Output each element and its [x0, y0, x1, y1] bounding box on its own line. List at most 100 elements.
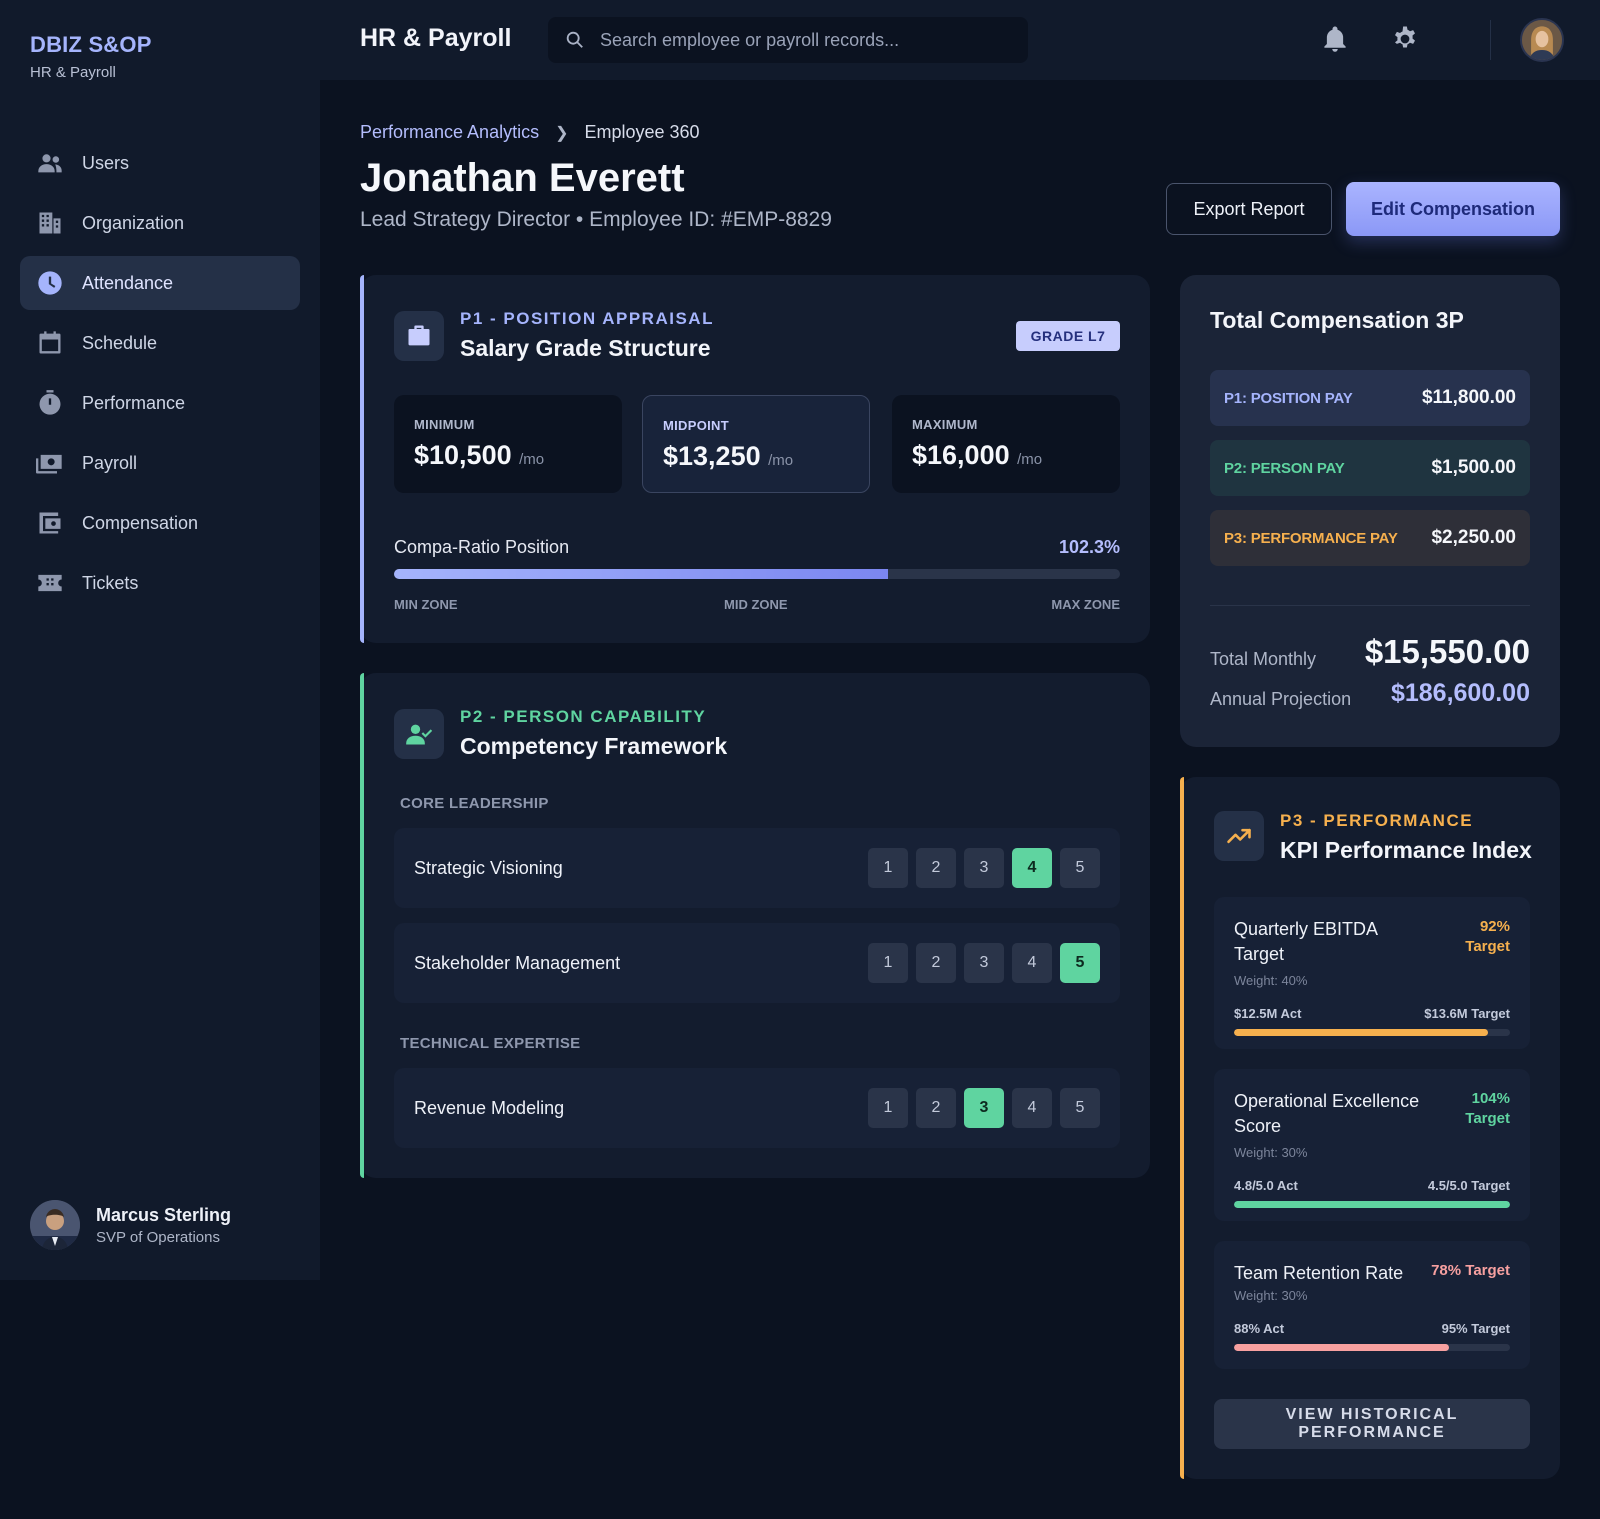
skill-name: Stakeholder Management — [414, 952, 621, 973]
sidebar-item-performance[interactable]: Performance — [20, 376, 300, 430]
zone-label-max: MAX ZONE — [1051, 597, 1120, 612]
building-icon — [36, 209, 64, 237]
grade-badge: GRADE L7 — [1016, 321, 1120, 351]
level-button[interactable]: 5 — [1060, 848, 1100, 888]
comp-row-label: P1: POSITION PAY — [1224, 389, 1353, 407]
breadcrumb-current: Employee 360 — [584, 122, 700, 142]
sidebar-item-payroll[interactable]: Payroll — [20, 436, 300, 490]
breadcrumb-link[interactable]: Performance Analytics — [360, 122, 539, 143]
kpi-percent: 92% Target — [1465, 918, 1510, 955]
view-historical-performance-button[interactable]: VIEW HISTORICAL PERFORMANCE — [1214, 1399, 1530, 1449]
card-kicker: P3 - PERFORMANCE — [1280, 811, 1474, 830]
sidebar-item-compensation[interactable]: Compensation — [20, 496, 300, 550]
notifications-button[interactable] — [1320, 24, 1352, 56]
level-button[interactable]: 4 — [1012, 943, 1052, 983]
card-kicker: P2 - PERSON CAPABILITY — [460, 707, 707, 726]
settings-button[interactable] — [1390, 24, 1422, 56]
level-button[interactable]: 5 — [1060, 943, 1100, 983]
cash-icon — [36, 449, 64, 477]
sidebar-item-label: Tickets — [82, 572, 139, 593]
kpi-item: Operational Excellence Score 104% Target… — [1214, 1069, 1530, 1221]
stat-value: $10,500 /mo — [414, 440, 545, 470]
export-report-button[interactable]: Export Report — [1166, 183, 1332, 235]
brand-name: DBIZ S&OP — [30, 32, 152, 57]
section-label: TECHNICAL EXPERTISE — [400, 1035, 581, 1052]
compa-ratio-fill — [394, 569, 888, 579]
topbar: HR & Payroll — [320, 0, 1600, 80]
level-button[interactable]: 5 — [1060, 1088, 1100, 1128]
edit-compensation-button[interactable]: Edit Compensation — [1346, 182, 1560, 236]
kpi-progress-fill — [1234, 1344, 1450, 1351]
level-button[interactable]: 2 — [916, 943, 956, 983]
level-button[interactable]: 4 — [1012, 1088, 1052, 1128]
stat-label: MAXIMUM — [912, 417, 978, 432]
divider — [1490, 20, 1491, 60]
zone-label-min: MIN ZONE — [394, 597, 458, 612]
level-selector: 1 2 3 4 5 — [868, 1088, 1100, 1128]
compa-ratio-value: 102.3% — [1058, 537, 1120, 557]
kpi-weight: Weight: 40% — [1234, 973, 1308, 988]
level-button[interactable]: 3 — [964, 848, 1004, 888]
sidebar-nav: Users Organization Attendance Schedule P… — [20, 136, 300, 616]
kpi-performance-card: P3 - PERFORMANCE KPI Performance Index Q… — [1180, 777, 1560, 1479]
comp-row-label: P3: PERFORMANCE PAY — [1224, 529, 1398, 547]
comp-row-value: $1,500.00 — [1431, 457, 1516, 478]
card-title: Salary Grade Structure — [460, 335, 711, 361]
sidebar-item-label: Payroll — [82, 452, 138, 473]
kpi-progress-fill — [1234, 1201, 1510, 1208]
card-title: Total Compensation 3P — [1210, 307, 1464, 333]
stat-value: $13,250 /mo — [663, 441, 794, 471]
compa-ratio-label: Compa-Ratio Position — [394, 537, 570, 557]
sidebar-item-attendance[interactable]: Attendance — [20, 256, 300, 310]
level-button[interactable]: 3 — [964, 1088, 1004, 1128]
annual-projection-label: Annual Projection — [1210, 689, 1352, 709]
skill-name: Revenue Modeling — [414, 1097, 565, 1118]
ticket-icon — [36, 569, 64, 597]
comp-row-position-pay: P1: POSITION PAY $11,800.00 — [1210, 370, 1530, 426]
level-button[interactable]: 4 — [1012, 848, 1052, 888]
level-button[interactable]: 1 — [868, 943, 908, 983]
kpi-target: $13.6M Target — [1424, 1006, 1510, 1021]
chevron-right-icon: ❯ — [555, 124, 569, 142]
profile-avatar[interactable] — [1520, 18, 1564, 62]
sidebar: DBIZ S&OP HR & Payroll Users Organizatio… — [0, 0, 320, 1280]
sidebar-item-users[interactable]: Users — [20, 136, 300, 190]
search-bar[interactable] — [548, 17, 1028, 63]
comp-row-person-pay: P2: PERSON PAY $1,500.00 — [1210, 440, 1530, 496]
comp-row-value: $11,800.00 — [1421, 387, 1516, 408]
sidebar-item-label: Organization — [82, 212, 185, 233]
level-button[interactable]: 2 — [916, 1088, 956, 1128]
users-icon — [36, 149, 64, 177]
briefcase-icon — [394, 311, 444, 361]
kpi-actual: 4.8/5.0 Act — [1234, 1178, 1298, 1193]
level-button[interactable]: 1 — [868, 1088, 908, 1128]
level-button[interactable]: 1 — [868, 848, 908, 888]
skill-row: Revenue Modeling 1 2 3 4 5 — [394, 1068, 1120, 1148]
sidebar-item-schedule[interactable]: Schedule — [20, 316, 300, 370]
user-check-icon — [394, 709, 444, 759]
kpi-percent: 78% Target — [1431, 1262, 1510, 1279]
total-monthly-label: Total Monthly — [1210, 649, 1317, 669]
search-input[interactable] — [600, 29, 1000, 51]
kpi-name: Team Retention Rate — [1234, 1263, 1404, 1283]
kpi-item: Team Retention Rate 78% Target Weight: 3… — [1214, 1241, 1530, 1369]
brand[interactable]: DBIZ S&OP HR & Payroll — [30, 32, 152, 81]
stat-label: MINIMUM — [414, 417, 475, 432]
card-title: KPI Performance Index — [1280, 837, 1532, 863]
stat-label: MIDPOINT — [663, 418, 729, 433]
app-title: HR & Payroll — [360, 24, 512, 52]
level-button[interactable]: 2 — [916, 848, 956, 888]
brand-subtitle: HR & Payroll — [30, 64, 116, 81]
page-title: Jonathan Everett — [360, 156, 685, 200]
sidebar-user-profile[interactable]: Marcus Sterling SVP of Operations — [30, 1200, 231, 1250]
kpi-weight: Weight: 30% — [1234, 1288, 1308, 1303]
sidebar-item-organization[interactable]: Organization — [20, 196, 300, 250]
kpi-actual: $12.5M Act — [1234, 1006, 1302, 1021]
level-button[interactable]: 3 — [964, 943, 1004, 983]
kpi-progress-bar — [1234, 1201, 1510, 1208]
sidebar-item-tickets[interactable]: Tickets — [20, 556, 300, 610]
skill-row: Stakeholder Management 1 2 3 4 5 — [394, 923, 1120, 1003]
card-title: Competency Framework — [460, 733, 728, 759]
position-appraisal-card: P1 - POSITION APPRAISAL Salary Grade Str… — [360, 275, 1150, 643]
sidebar-item-label: Attendance — [82, 272, 174, 293]
